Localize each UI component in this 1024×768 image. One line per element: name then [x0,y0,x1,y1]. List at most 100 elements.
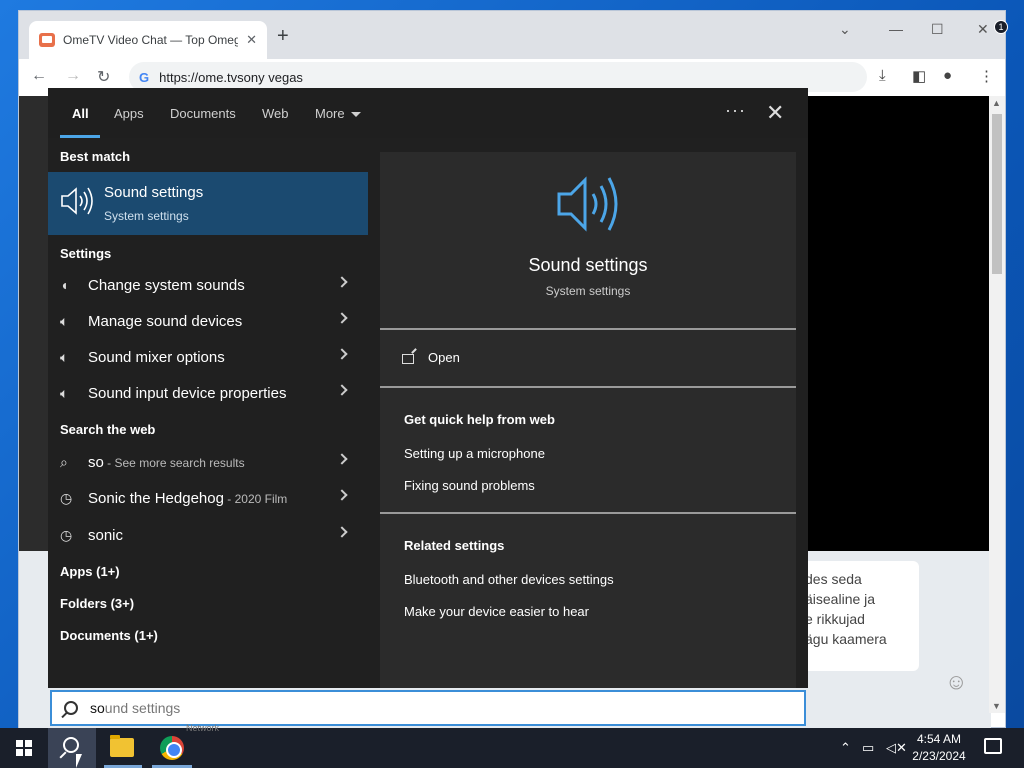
related-link-easier-hear[interactable]: Make your device easier to hear [404,604,589,619]
chevron-right-icon[interactable] [336,348,348,360]
preview-pane: Sound settings System settings Open Get … [380,152,796,688]
tab-close-icon[interactable]: ✕ [246,32,257,48]
chevron-right-icon[interactable] [336,526,348,538]
settings-item-label: Sound input device properties [88,385,287,402]
forward-icon[interactable]: → [65,67,81,85]
search-icon: ⌕ [60,454,68,470]
tray-chevron-up-icon[interactable]: ⌃ [840,740,851,756]
chevron-right-icon[interactable] [336,453,348,465]
preview-subtitle: System settings [545,284,631,298]
ometv-favicon-icon [39,33,55,47]
help-link-sound-problems[interactable]: Fixing sound problems [404,478,535,493]
chevron-right-icon[interactable] [336,276,348,288]
history-icon: ◷ [60,490,73,506]
divider [380,386,796,388]
google-icon: G [139,69,150,85]
group-apps[interactable]: Apps (1+) [60,564,120,579]
chat-message-box: des seda äisealine ja e rikkujad ägu kaa… [799,561,919,671]
settings-item-sound-input-properties[interactable]: 🔈︎ Sound input device properties [48,377,368,411]
divider [380,512,796,514]
file-explorer-icon[interactable] [110,735,134,757]
browser-tab[interactable]: OmeTV Video Chat — Top Omeg ✕ [29,21,267,59]
minimize-icon[interactable]: — [889,21,903,37]
page-scrollbar[interactable]: ▲ ▼ [989,96,1005,713]
web-item-text: so - See more search results [88,454,245,471]
system-clock[interactable]: 4:54 AM 2/23/2024 [912,731,966,765]
chat-line: äisealine ja [805,591,876,607]
notification-icon[interactable] [984,738,1002,754]
more-options-icon[interactable]: ··· [725,100,746,121]
profile-icon[interactable]: ● [943,67,952,84]
filter-documents[interactable]: Documents [170,106,236,121]
chevron-right-icon[interactable] [336,312,348,324]
search-web-header: Search the web [60,422,156,437]
best-match-item[interactable]: Sound settings System settings [48,172,368,235]
scroll-down-icon[interactable]: ▼ [992,701,1001,711]
speaker-outline-icon: 🔈︎ [60,313,69,329]
open-icon [402,353,414,364]
network-label: Network [186,723,220,733]
notification-count-badge: 1 [994,20,1008,34]
settings-header: Settings [60,246,112,261]
taskbar: Network ⌃ ▭ ◁✕ 4:54 AM 2/23/2024 [0,723,1024,768]
open-label: Open [428,350,460,365]
web-item-sonic[interactable]: ◷ sonic [48,519,368,553]
web-item-label: so [88,454,104,471]
related-link-bluetooth[interactable]: Bluetooth and other devices settings [404,572,614,587]
window-close-icon[interactable]: ✕ [977,21,989,38]
settings-item-manage-sound-devices[interactable]: 🔈︎ Manage sound devices [48,305,368,339]
filter-more[interactable]: More [315,106,361,121]
start-search-panel: All Apps Documents Web More ··· ✕ Best m… [48,88,808,688]
settings-item-label: Manage sound devices [88,313,243,330]
preview-title: Sound settings [528,255,648,275]
chrome-taskbar-icon[interactable] [160,736,184,760]
web-item-text: sonic [88,527,123,544]
group-documents[interactable]: Documents (1+) [60,628,158,643]
side-panel-icon[interactable]: ◧ [912,67,926,85]
chevron-right-icon[interactable] [336,489,348,501]
speaker-outline-icon: 🔈︎ [60,385,69,401]
menu-icon[interactable]: ⋮ [979,67,994,85]
back-icon[interactable]: ← [31,67,47,85]
help-link-microphone[interactable]: Setting up a microphone [404,446,545,461]
reload-icon[interactable]: ↻ [97,67,110,87]
best-match-title: Sound settings [104,184,204,201]
volume-muted-icon[interactable]: ◁✕ [886,740,907,756]
settings-item-label: Sound mixer options [88,349,225,366]
filter-web[interactable]: Web [262,106,289,121]
filter-all[interactable]: All [72,106,89,121]
best-match-header: Best match [60,149,131,164]
settings-item-sound-mixer-options[interactable]: 🔈︎ Sound mixer options [48,341,368,375]
new-tab-button[interactable]: + [277,25,289,48]
chat-line: ägu kaamera [805,631,887,647]
web-item-so[interactable]: ⌕ so - See more search results [48,446,368,480]
web-item-sub: - See more search results [103,456,245,470]
group-folders[interactable]: Folders (3+) [60,596,134,611]
close-search-icon[interactable]: ✕ [766,100,784,126]
maximize-icon[interactable]: ☐ [931,21,944,38]
download-icon[interactable]: ⤓ [879,67,886,84]
tab-title: OmeTV Video Chat — Top Omeg [63,33,238,47]
start-button[interactable] [16,740,32,756]
speaker-outline-icon: 🔈︎ [60,349,69,365]
settings-item-change-system-sounds[interactable]: ◖ Change system sounds [48,269,368,303]
filter-apps[interactable]: Apps [114,106,144,121]
search-typed-text: so [90,700,105,716]
url-text[interactable]: https://ome.tvsony vegas [159,70,303,85]
scroll-up-icon[interactable]: ▲ [992,98,1001,108]
web-item-sonic-hedgehog[interactable]: ◷ Sonic the Hedgehog - 2020 Film [48,482,368,516]
best-match-subtitle: System settings [104,209,189,223]
clock-time: 4:54 AM [916,732,962,746]
tab-search-icon[interactable]: ⌄ [839,21,851,38]
search-icon [63,737,79,753]
taskbar-search-button[interactable] [48,728,96,768]
search-filter-bar: All Apps Documents Web More ··· ✕ [48,88,808,138]
speaker-large-icon [557,176,618,232]
network-icon[interactable]: ▭ [862,740,874,756]
open-action[interactable]: Open [402,350,460,365]
video-left-strip [19,96,49,551]
scroll-thumb[interactable] [992,114,1002,274]
search-input[interactable]: so und settings [50,690,806,726]
chevron-right-icon[interactable] [336,384,348,396]
emoji-icon[interactable]: ☺ [945,669,967,695]
